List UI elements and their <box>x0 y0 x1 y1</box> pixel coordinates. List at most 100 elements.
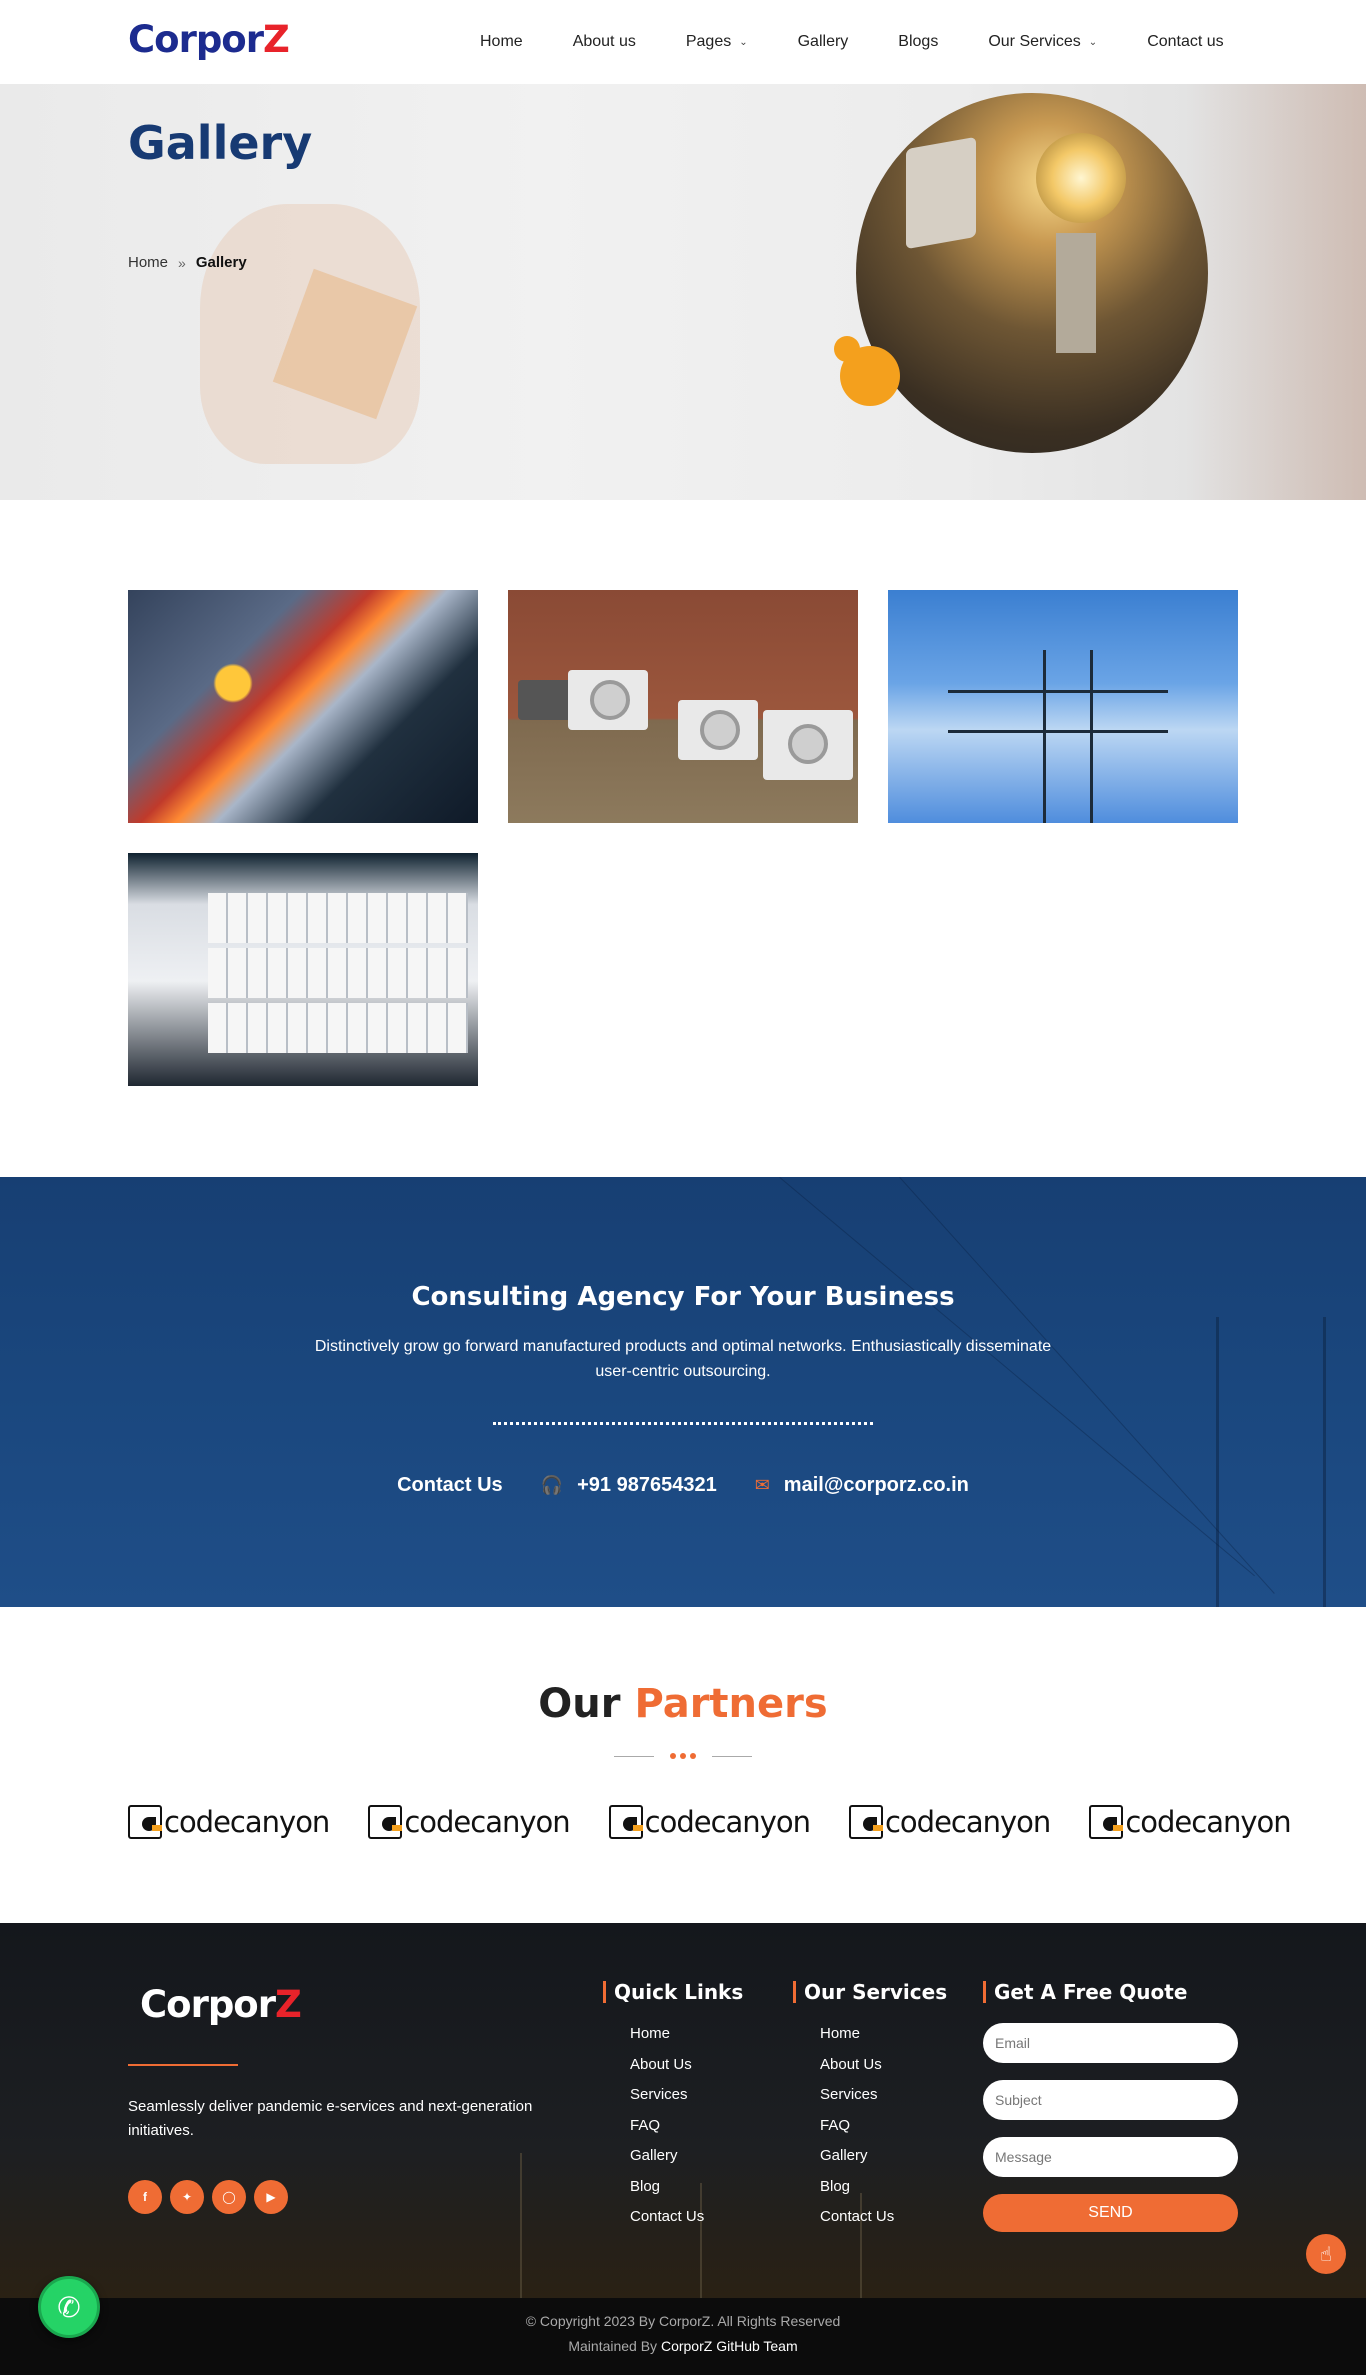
partners-logos: codecanyon codecanyon codecanyon codecan… <box>128 1805 1292 1839</box>
gallery-image-computer-internals[interactable] <box>128 590 478 823</box>
codecanyon-icon <box>1089 1805 1124 1839</box>
breaker-row <box>208 1003 468 1053</box>
footer-logo-text: Corpor <box>140 1983 276 2026</box>
nav-home[interactable]: Home <box>480 33 523 51</box>
divider-dot <box>690 1753 696 1759</box>
ac-unit <box>678 700 758 760</box>
gallery-image-power-tower[interactable] <box>888 590 1238 823</box>
codecanyon-icon <box>848 1805 883 1839</box>
quick-link-contact[interactable]: Contact Us <box>630 2207 704 2238</box>
service-link-contact[interactable]: Contact Us <box>820 2207 894 2238</box>
service-link-home[interactable]: Home <box>820 2024 894 2055</box>
pointer-hand-icon: ☝ <box>1319 2243 1333 2266</box>
nav-contact[interactable]: Contact us <box>1147 33 1223 51</box>
nav-label: Contact us <box>1147 33 1224 50</box>
contact-row: Contact Us 🎧 +91 987654321 ✉ mail@corporz.… <box>0 1474 1366 1497</box>
quick-link-home[interactable]: Home <box>630 2024 704 2055</box>
partner-name: codecanyon <box>1125 1805 1291 1839</box>
whatsapp-button[interactable]: ✆ <box>38 2276 100 2338</box>
hero-socket <box>906 136 976 250</box>
scroll-top-button[interactable]: ☝ <box>1306 2234 1346 2274</box>
nav-label: Blogs <box>898 33 939 50</box>
partner-logo-codecanyon[interactable]: codecanyon <box>608 1805 811 1839</box>
nav-about[interactable]: About us <box>573 33 636 51</box>
hero-bulb <box>1036 133 1126 223</box>
facebook-icon[interactable]: f <box>128 2180 162 2214</box>
service-link-gallery[interactable]: Gallery <box>820 2146 894 2177</box>
partner-logo-codecanyon[interactable]: codecanyon <box>848 1805 1051 1839</box>
quick-link-about[interactable]: About Us <box>630 2055 704 2086</box>
nav-label: About us <box>572 33 636 50</box>
divider-line <box>614 1756 654 1757</box>
nav-label: Home <box>480 33 523 50</box>
tower-arm <box>948 690 1168 693</box>
ac-unit <box>568 670 648 730</box>
logo-text: Corpor <box>128 18 264 61</box>
banner-background-face <box>1186 84 1366 500</box>
quick-link-blog[interactable]: Blog <box>630 2177 704 2208</box>
quote-message-field[interactable] <box>983 2137 1238 2177</box>
codecanyon-icon <box>608 1805 643 1839</box>
breadcrumb-current: Gallery <box>195 254 247 271</box>
partner-name: codecanyon <box>644 1805 811 1839</box>
maintained-prefix: Maintained By <box>568 2338 658 2354</box>
chevron-down-icon: ⌄ <box>1088 36 1098 48</box>
site-logo[interactable]: CorporZ <box>128 18 290 61</box>
instagram-icon[interactable]: ◯ <box>212 2180 246 2214</box>
service-link-services[interactable]: Services <box>820 2085 894 2116</box>
nav-blogs[interactable]: Blogs <box>898 33 938 51</box>
gallery-image-air-conditioners[interactable] <box>508 590 858 823</box>
partner-logo-codecanyon[interactable]: codecanyon <box>368 1805 571 1839</box>
site-header: CorporZ Home About us Pages ⌄ Gallery Blo… <box>0 0 1350 84</box>
fan-icon <box>788 724 828 764</box>
partner-logo-codecanyon[interactable]: codecanyon <box>128 1805 330 1839</box>
maintained-by: Maintained By CorporZ GitHub Team <box>0 2338 1366 2354</box>
quick-links-title: Quick Links <box>603 1981 743 2003</box>
quote-subject-field[interactable] <box>983 2080 1238 2120</box>
logo-accent: Z <box>262 18 290 61</box>
consulting-title: Consulting Agency For Your Business <box>411 1282 955 1312</box>
divider-dot <box>680 1753 686 1759</box>
fan-icon <box>700 710 740 750</box>
gallery-image-breaker-panel[interactable] <box>128 853 478 1086</box>
title-divider <box>614 1752 752 1762</box>
quote-email-field[interactable] <box>983 2023 1238 2063</box>
contact-phone[interactable]: 🎧 +91 987654321 <box>541 1474 717 1497</box>
nav-label: Our Services <box>988 33 1081 50</box>
consulting-text: Distinctively grow go forward manufactur… <box>314 1338 1052 1380</box>
quick-link-gallery[interactable]: Gallery <box>630 2146 704 2177</box>
footer-logo[interactable]: CorporZ <box>140 1983 302 2026</box>
maintained-team-link[interactable]: CorporZ GitHub Team <box>661 2338 798 2354</box>
youtube-icon[interactable]: ▶ <box>254 2180 288 2214</box>
footer-logo-underline <box>128 2064 238 2066</box>
quick-link-services[interactable]: Services <box>630 2085 704 2116</box>
partner-name: codecanyon <box>884 1805 1051 1839</box>
background-turbine <box>520 2153 522 2298</box>
service-link-faq[interactable]: FAQ <box>820 2116 894 2147</box>
send-button[interactable]: SEND <box>983 2194 1238 2232</box>
headset-icon: 🎧 <box>540 1475 564 1495</box>
partners-title: Our Partners <box>0 1681 1366 1727</box>
phone-number: +91 987654321 <box>577 1474 717 1496</box>
service-link-about[interactable]: About Us <box>820 2055 894 2086</box>
nav-pages[interactable]: Pages ⌄ <box>686 33 748 51</box>
page-title: Gallery <box>128 116 313 170</box>
breadcrumb-separator-icon: » <box>178 254 186 271</box>
partners-title-accent: Partners <box>634 1681 828 1727</box>
contact-email[interactable]: ✉ mail@corporz.co.in <box>755 1474 969 1497</box>
email-address: mail@corporz.co.in <box>783 1474 969 1496</box>
quick-link-faq[interactable]: FAQ <box>630 2116 704 2147</box>
partner-name: codecanyon <box>164 1805 330 1839</box>
service-link-blog[interactable]: Blog <box>820 2177 894 2208</box>
nav-gallery[interactable]: Gallery <box>798 33 849 51</box>
nav-our-services[interactable]: Our Services ⌄ <box>988 33 1097 51</box>
breaker-row <box>208 893 468 943</box>
footer-description: Seamlessly deliver pandemic e-services a… <box>128 2098 533 2139</box>
tower-shape <box>1043 650 1093 823</box>
our-services-list: Home About Us Services FAQ Gallery Blog … <box>820 2024 894 2238</box>
breadcrumb-home[interactable]: Home <box>128 254 168 271</box>
twitter-icon[interactable]: ✦ <box>170 2180 204 2214</box>
our-services-title: Our Services <box>793 1981 947 2003</box>
copyright-text: © Copyright 2023 By CorporZ. All Rights … <box>525 2313 841 2329</box>
partner-logo-codecanyon[interactable]: codecanyon <box>1089 1805 1292 1839</box>
